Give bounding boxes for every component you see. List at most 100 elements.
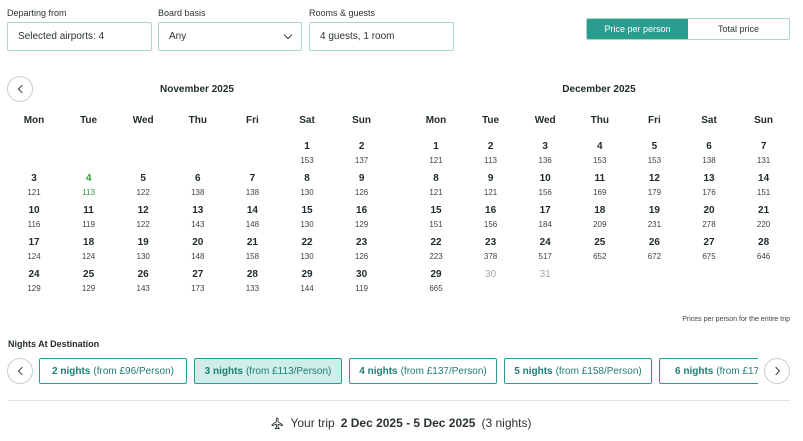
total-price-button[interactable]: Total price <box>688 19 789 39</box>
day-price: 144 <box>300 284 314 293</box>
day-cell[interactable]: 20 278 <box>682 200 736 232</box>
day-cell[interactable]: 23 126 <box>335 232 389 264</box>
price-per-person-button[interactable]: Price per person <box>587 19 688 39</box>
day-cell[interactable]: 12 122 <box>116 200 170 232</box>
day-cell[interactable]: 8 121 <box>409 168 463 200</box>
day-cell[interactable]: 18 209 <box>573 200 627 232</box>
day-cell[interactable]: 25 652 <box>573 232 627 264</box>
day-cell[interactable]: 12 179 <box>627 168 681 200</box>
day-cell[interactable]: 21 220 <box>737 200 791 232</box>
day-number: 2 <box>487 141 494 152</box>
selected-day-cell[interactable]: 2 113 <box>464 136 518 168</box>
weekday-header: Sat <box>299 115 315 126</box>
day-price: 122 <box>136 220 150 229</box>
nights-option[interactable]: 6 nights(from £173 <box>659 358 758 384</box>
day-number: 11 <box>83 205 94 216</box>
day-cell[interactable]: 21 158 <box>225 232 279 264</box>
day-cell[interactable]: 11 169 <box>573 168 627 200</box>
day-number: 16 <box>356 205 368 216</box>
day-cell[interactable]: 26 143 <box>116 264 170 296</box>
departing-label: Departing from <box>7 8 67 18</box>
day-cell[interactable]: 9 121 <box>464 168 518 200</box>
day-cell[interactable]: 16 129 <box>335 200 389 232</box>
departing-input[interactable]: Selected airports: 4 <box>7 22 152 51</box>
day-price: 672 <box>647 252 662 261</box>
day-cell[interactable]: 26 672 <box>627 232 681 264</box>
day-cell[interactable]: 7 138 <box>225 168 279 200</box>
rooms-guests-value: 4 guests, 1 room <box>320 31 395 42</box>
day-cell[interactable]: 16 156 <box>464 200 518 232</box>
nights-carousel: 2 nights (from £96/Person) 3 nights (from £… <box>39 358 758 384</box>
day-cell[interactable]: 1 153 <box>280 136 334 168</box>
day-cell[interactable]: 13 143 <box>171 200 225 232</box>
day-cell[interactable]: 30 119 <box>335 264 389 296</box>
day-cell[interactable]: 27 675 <box>682 232 736 264</box>
nights-option[interactable]: 5 nights (from £158/Person) <box>504 358 652 384</box>
day-cell[interactable]: 15 130 <box>280 200 334 232</box>
day-price: 220 <box>756 220 771 229</box>
day-cell[interactable]: 11 119 <box>62 200 116 232</box>
prev-month-button[interactable] <box>7 76 33 102</box>
day-cell[interactable]: 6 138 <box>682 136 736 168</box>
weekday-header: Sun <box>754 115 774 126</box>
nights-prev-button[interactable] <box>7 358 33 384</box>
day-cell[interactable]: 1 121 <box>409 136 463 168</box>
day-price: 130 <box>300 188 314 197</box>
day-cell[interactable]: 25 129 <box>62 264 116 296</box>
day-number: 18 <box>83 237 95 248</box>
day-price: 179 <box>647 188 662 197</box>
day-number: 1 <box>304 141 310 152</box>
nights-option[interactable]: 3 nights (from £113/Person) <box>194 358 342 384</box>
day-cell[interactable]: 19 130 <box>116 232 170 264</box>
day-cell[interactable]: 5 122 <box>116 168 170 200</box>
day-cell[interactable]: 4 113 <box>62 168 116 200</box>
plane-icon <box>272 417 284 429</box>
day-cell[interactable]: 3 121 <box>7 168 61 200</box>
day-cell[interactable]: 7 131 <box>737 136 791 168</box>
day-cell[interactable]: 14 148 <box>225 200 279 232</box>
day-cell[interactable]: 10 116 <box>7 200 61 232</box>
day-cell[interactable]: 29 144 <box>280 264 334 296</box>
nights-next-button[interactable] <box>764 358 790 384</box>
rooms-guests-input[interactable]: 4 guests, 1 room <box>309 22 454 51</box>
day-cell[interactable]: 2 137 <box>335 136 389 168</box>
day-cell[interactable]: 13 176 <box>682 168 736 200</box>
day-cell[interactable]: 27 173 <box>171 264 225 296</box>
day-cell[interactable]: 24 517 <box>518 232 572 264</box>
nights-option[interactable]: 4 nights (from £137/Person) <box>349 358 497 384</box>
day-price: 129 <box>27 284 41 293</box>
day-cell[interactable]: 24 129 <box>7 264 61 296</box>
day-cell[interactable]: 18 124 <box>62 232 116 264</box>
day-number: 4 <box>597 141 603 152</box>
day-cell[interactable]: 8 130 <box>280 168 334 200</box>
day-cell[interactable]: 29 665 <box>409 264 463 296</box>
day-cell[interactable]: 28 133 <box>225 264 279 296</box>
day-price: 517 <box>538 252 552 261</box>
day-number: 7 <box>760 141 767 152</box>
day-cell[interactable]: 14 151 <box>737 168 791 200</box>
day-cell[interactable]: 23 378 <box>464 232 518 264</box>
day-number: 1 <box>433 141 439 152</box>
day-price: 278 <box>702 220 716 229</box>
day-cell[interactable]: 5 153 <box>627 136 681 168</box>
day-cell[interactable]: 22 130 <box>280 232 334 264</box>
day-cell[interactable]: 3 136 <box>518 136 572 168</box>
day-cell[interactable]: 9 126 <box>335 168 389 200</box>
day-cell[interactable]: 17 124 <box>7 232 61 264</box>
day-number: 18 <box>594 205 606 216</box>
day-cell[interactable]: 22 223 <box>409 232 463 264</box>
day-cell[interactable]: 19 231 <box>627 200 681 232</box>
day-cell[interactable]: 20 148 <box>171 232 225 264</box>
board-basis-select[interactable]: Any <box>158 22 302 51</box>
day-price: 130 <box>136 252 150 261</box>
day-cell[interactable]: 4 153 <box>573 136 627 168</box>
day-price: 665 <box>429 284 443 293</box>
day-cell[interactable]: 6 138 <box>171 168 225 200</box>
nights-title: Nights At Destination <box>8 339 100 349</box>
day-cell[interactable]: 28 646 <box>737 232 791 264</box>
day-price: 209 <box>593 220 607 229</box>
nights-option[interactable]: 2 nights (from £96/Person) <box>39 358 187 384</box>
day-cell[interactable]: 10 156 <box>518 168 572 200</box>
day-cell[interactable]: 17 184 <box>518 200 572 232</box>
day-cell[interactable]: 15 151 <box>409 200 463 232</box>
